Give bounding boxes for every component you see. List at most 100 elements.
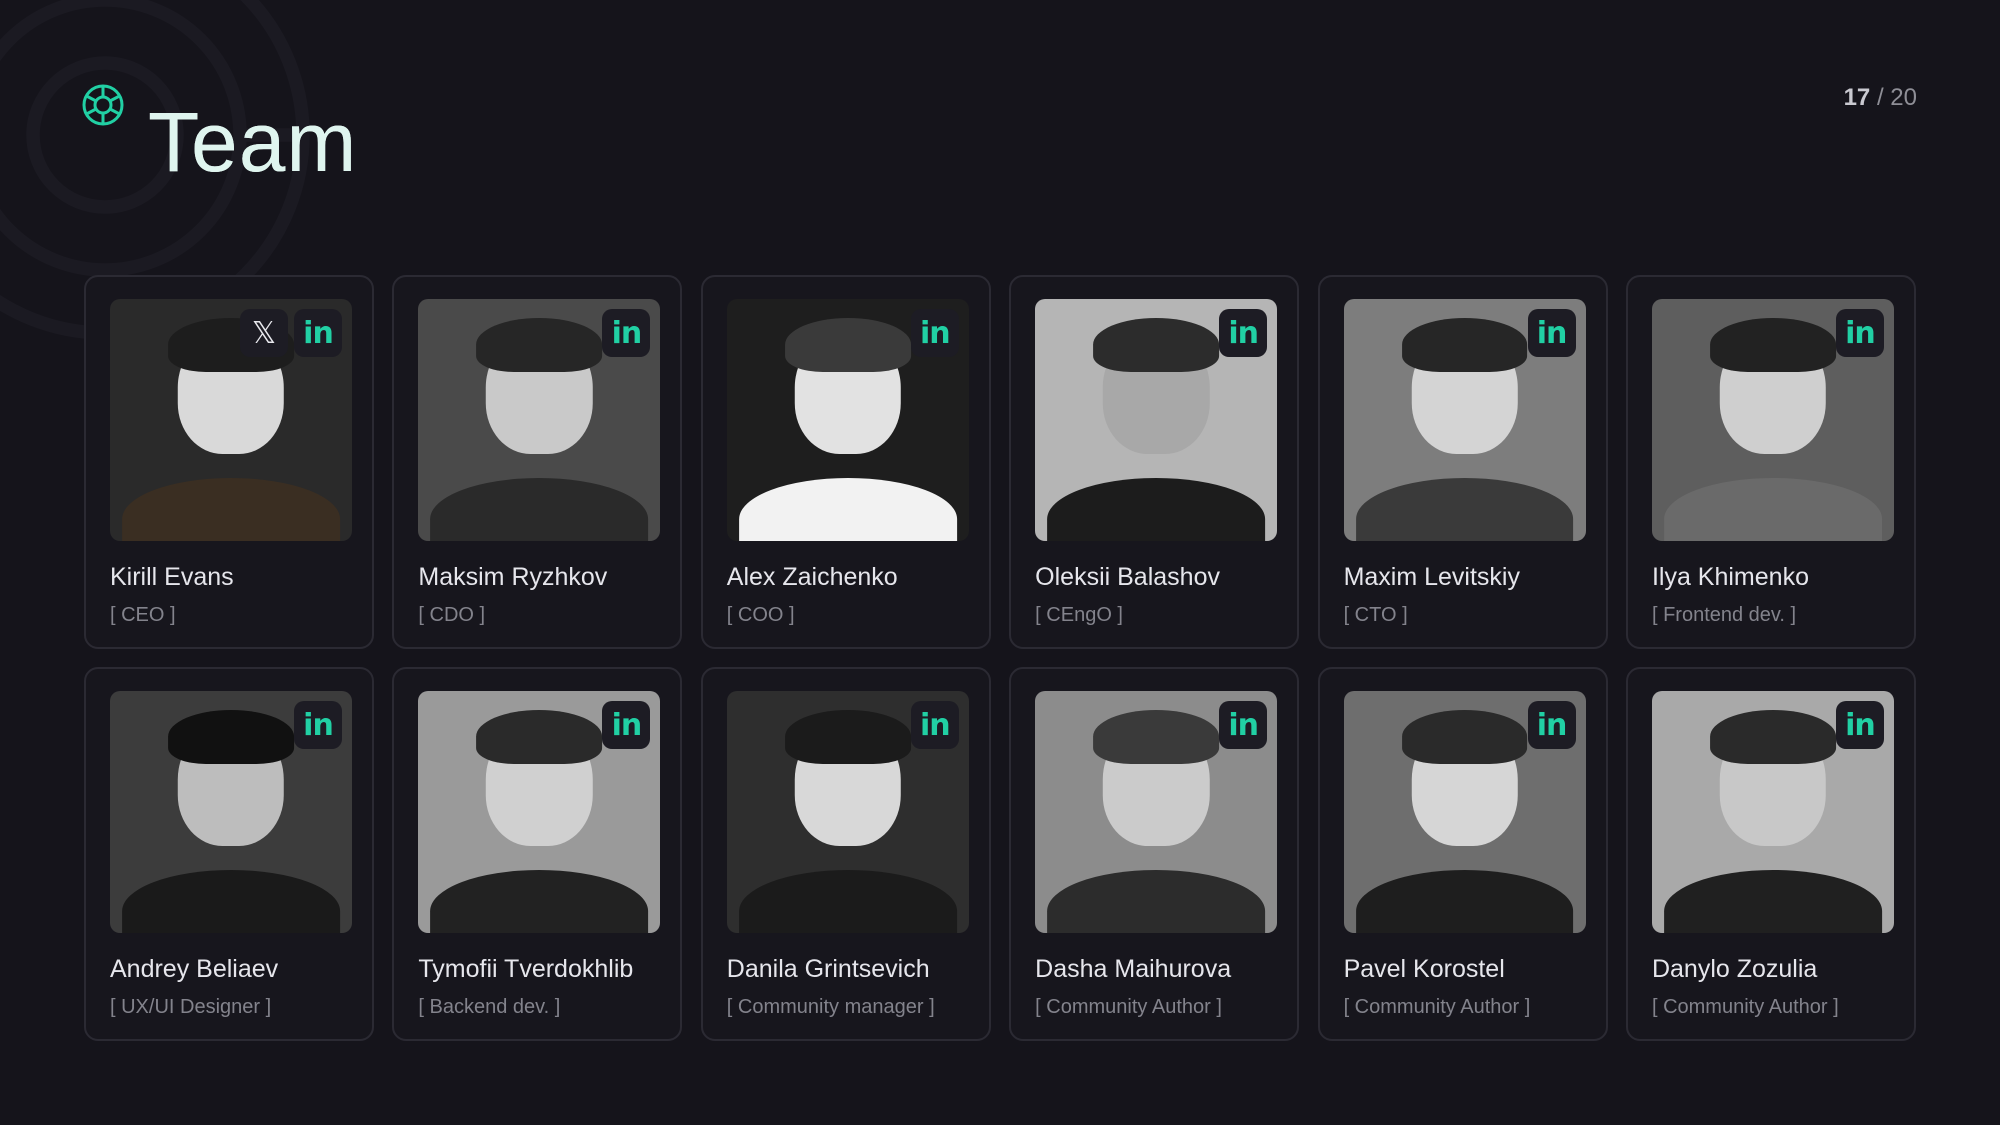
member-photo: in [418,299,661,541]
member-name: Maksim Ryzhkov [418,563,608,591]
member-photo: in [1651,691,1894,933]
aperture-logo-icon [82,84,124,126]
linkedin-icon[interactable]: in [910,309,959,357]
portrait-body [1355,870,1574,933]
linkedin-icon[interactable]: in [294,309,342,357]
portrait-body [122,478,340,541]
team-member-card: in Danylo Zozulia [ Community Author ] [1625,667,1916,1041]
team-member-card: 𝕏in Kirill Evans [ CEO ] [84,275,374,649]
portrait-hair [784,710,911,764]
member-role: [ CEO ] [110,604,176,626]
member-role: [ Community Author ] [1035,996,1222,1018]
member-role: [ Community Author ] [1651,996,1839,1018]
team-member-card: in Oleksii Balashov [ CEngO ] [1009,275,1300,649]
member-photo: in [726,299,969,541]
team-slide: Team 17 / 20 𝕏in Kirill Evans [ CEO ] in Mak… [0,0,2000,1125]
page-title: Team [148,95,358,189]
member-photo: in [110,691,352,933]
member-name: Andrey Beliaev [110,955,279,983]
linkedin-icon[interactable]: in [1527,309,1576,357]
member-role: [ Community Author ] [1343,996,1531,1018]
member-role: [ Backend dev. ] [418,996,561,1018]
team-member-card: in Ilya Khimenko [ Frontend dev. ] [1625,275,1916,649]
slide-pager: 17 / 20 [1844,84,1917,112]
social-links: in [1527,701,1576,749]
member-photo: in [1343,691,1586,933]
social-links: in [1219,309,1268,357]
social-links: in [1835,309,1884,357]
total-slide-number: 20 [1890,84,1917,111]
team-member-card: in Dasha Maihurova [ Community Author ] [1009,667,1300,1041]
linkedin-icon[interactable]: in [602,701,651,749]
member-name: Ilya Khimenko [1651,563,1809,591]
team-member-card: in Maxim Levitskiy [ CTO ] [1317,275,1608,649]
member-role: [ CTO ] [1343,604,1408,626]
portrait-hair [1710,318,1836,372]
portrait-hair [476,710,603,764]
linkedin-icon[interactable]: in [1219,309,1268,357]
social-links: in [602,309,651,357]
member-name: Danila Grintsevich [726,955,930,983]
member-name: Alex Zaichenko [726,563,898,591]
social-links: in [910,309,959,357]
portrait-body [738,478,957,541]
social-links: 𝕏in [240,309,342,357]
member-name: Tymofii Tverdokhlib [418,955,634,983]
portrait-body [1047,478,1266,541]
linkedin-icon[interactable]: in [1219,701,1268,749]
portrait-hair [168,710,294,764]
member-photo: in [1651,299,1894,541]
member-photo: 𝕏in [110,299,352,541]
linkedin-icon[interactable]: in [602,309,651,357]
portrait-body [122,870,340,933]
social-links: in [602,701,651,749]
member-photo: in [418,691,661,933]
member-name: Danylo Zozulia [1651,955,1818,983]
portrait-hair [1401,710,1528,764]
member-role: [ Frontend dev. ] [1651,604,1797,626]
portrait-hair [476,318,603,372]
member-role: [ COO ] [726,604,795,626]
social-links: in [1527,309,1576,357]
portrait-body [430,478,649,541]
member-name: Kirill Evans [110,563,234,591]
team-member-card: in Danila Grintsevich [ Community manager … [700,667,991,1041]
pager-separator: / [1876,84,1884,111]
current-slide-number: 17 [1843,84,1871,111]
portrait-body [1664,870,1882,933]
linkedin-icon[interactable]: in [1527,701,1576,749]
social-links: in [910,701,959,749]
member-role: [ CDO ] [418,604,486,626]
linkedin-icon[interactable]: in [1835,701,1884,749]
member-photo: in [1035,691,1278,933]
portrait-hair [1401,318,1528,372]
portrait-body [738,870,957,933]
member-name: Pavel Korostel [1343,955,1505,983]
member-photo: in [726,691,969,933]
team-grid: 𝕏in Kirill Evans [ CEO ] in Maksim Ryzhkov [ … [84,275,1916,1041]
team-member-card: in Andrey Beliaev [ UX/UI Designer ] [84,667,374,1041]
linkedin-icon[interactable]: in [1835,309,1884,357]
member-photo: in [1035,299,1278,541]
portrait-hair [1093,318,1220,372]
portrait-hair [1710,710,1836,764]
team-member-card: in Pavel Korostel [ Community Author ] [1317,667,1608,1041]
member-name: Oleksii Balashov [1035,563,1220,591]
portrait-body [1355,478,1574,541]
portrait-body [430,870,649,933]
linkedin-icon[interactable]: in [294,701,342,749]
slide-header: Team [80,78,357,184]
member-role: [ UX/UI Designer ] [110,996,272,1018]
social-links: in [1219,701,1268,749]
linkedin-icon[interactable]: in [910,701,959,749]
portrait-body [1664,478,1882,541]
member-photo: in [1343,299,1586,541]
member-name: Dasha Maihurova [1035,955,1232,983]
social-links: in [1835,701,1884,749]
member-name: Maxim Levitskiy [1343,563,1520,591]
team-member-card: in Tymofii Tverdokhlib [ Backend dev. ] [392,667,683,1041]
member-role: [ Community manager ] [726,996,935,1018]
portrait-hair [1093,710,1220,764]
x-twitter-icon[interactable]: 𝕏 [240,309,288,357]
portrait-hair [784,318,911,372]
